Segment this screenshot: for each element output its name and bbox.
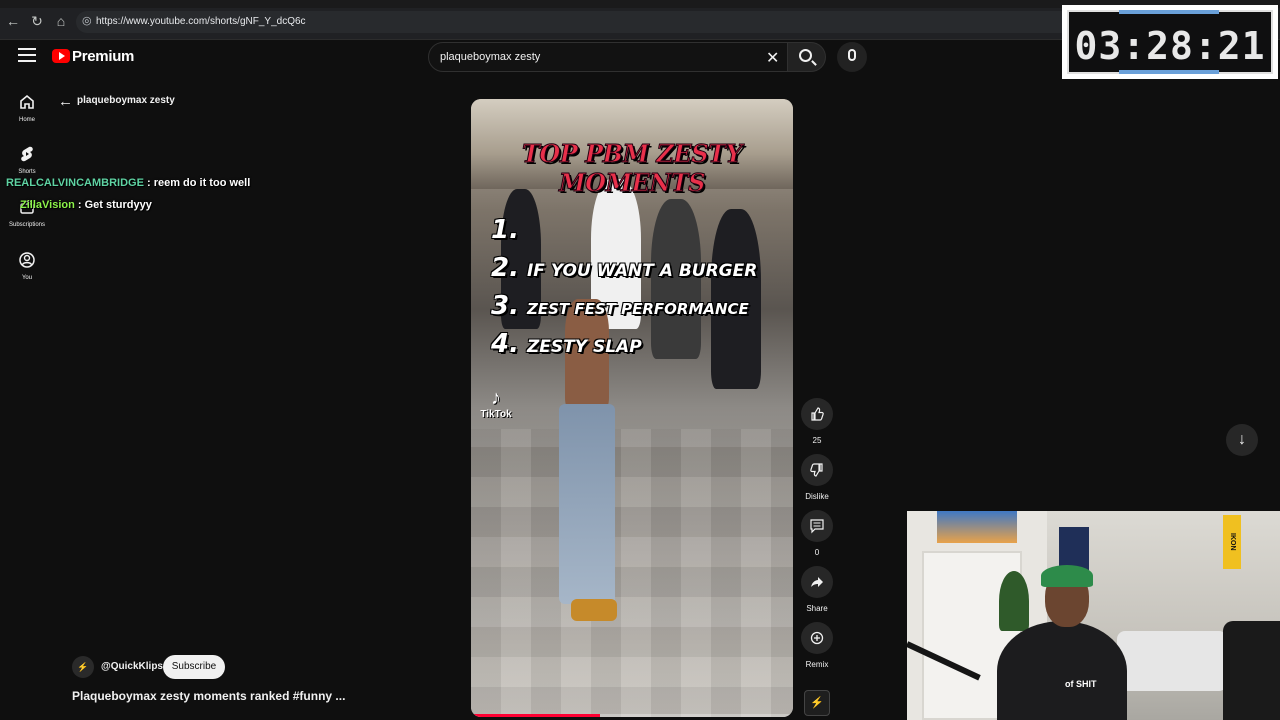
sidebar-item-shorts[interactable]: Shorts [6, 144, 48, 175]
microphone-icon [848, 49, 856, 61]
back-icon[interactable]: ← [4, 12, 22, 30]
sidebar-item-label: You [21, 275, 33, 281]
dislike-button[interactable]: Dislike [801, 454, 833, 501]
comments-button[interactable]: 0 [801, 510, 833, 557]
chat-text: : reem do it too well [146, 177, 251, 189]
channel-handle[interactable]: @QuickKlips. [101, 661, 166, 672]
video-list-item: 3. ZEST FEST PERFORMANCE [491, 291, 749, 321]
short-video-player[interactable]: TOP PBM ZESTY MOMENTS 1. 2. IF YOU WANT A… [471, 99, 793, 717]
thumbs-up-icon [801, 398, 833, 430]
arrow-down-icon: ↓ [1238, 431, 1246, 448]
video-scene-floor [471, 429, 793, 717]
webcam-chair [1223, 621, 1280, 720]
subscribe-button[interactable]: Subscribe [163, 655, 225, 679]
next-video-button[interactable]: ↓ [1226, 424, 1258, 456]
brand-label[interactable]: Premium [72, 48, 134, 65]
search-button[interactable] [788, 42, 826, 72]
like-count: 25 [812, 436, 822, 445]
home-icon [17, 92, 37, 112]
comment-count: 0 [814, 548, 820, 557]
back-arrow-icon[interactable]: ← [58, 93, 73, 110]
video-list-item: 2. IF YOU WANT A BURGER [491, 253, 758, 283]
video-list-item: 4. ZESTY SLAP [491, 329, 642, 359]
voice-search-button[interactable] [837, 42, 867, 72]
video-progress-fill [471, 714, 600, 717]
streamer [997, 621, 1127, 720]
stream-timer: 03:28:21 [1062, 5, 1278, 79]
dislike-label: Dislike [805, 492, 829, 501]
remix-icon [801, 622, 833, 654]
streamer-webcam: IKON of SHIT [907, 511, 1280, 720]
search-query: plaqueboymax zesty [440, 51, 541, 63]
share-icon [801, 566, 833, 598]
site-info-icon[interactable]: ◎ [82, 14, 96, 28]
sound-thumbnail[interactable]: ⚡ [804, 690, 830, 716]
channel-avatar[interactable]: ⚡ [72, 656, 94, 678]
timer-text: 03:28:21 [1074, 24, 1266, 68]
sidebar-item-label: Home [18, 117, 35, 123]
search-results-title: plaqueboymax zesty [77, 95, 175, 106]
you-icon [17, 250, 37, 270]
thumbs-down-icon [801, 454, 833, 486]
video-list-item: 1. [491, 215, 519, 245]
search-input[interactable]: plaqueboymax zesty ✕ [428, 42, 788, 72]
webcam-poster [937, 511, 1017, 543]
tiktok-icon: ♪ [491, 387, 501, 409]
share-label: Share [806, 604, 828, 613]
video-overlay-title: TOP PBM ZESTY MOMENTS [521, 139, 743, 198]
url-text: https://www.youtube.com/shorts/gNF_Y_dcQ… [96, 16, 306, 27]
home-browser-icon[interactable]: ⌂ [52, 12, 70, 30]
menu-icon[interactable] [18, 48, 36, 64]
chat-message: ZillaVision : Get sturdyyy [20, 199, 152, 211]
chat-username: ZillaVision [20, 199, 75, 211]
search-icon [799, 49, 812, 62]
address-bar[interactable]: ◎ https://www.youtube.com/shorts/gNF_Y_d… [76, 11, 1076, 33]
webcam-sign: IKON [1223, 515, 1241, 569]
chat-text: : Get sturdyyy [77, 199, 152, 211]
webcam-plant [999, 571, 1029, 631]
shirt-print: of SHIT [1065, 679, 1097, 689]
share-button[interactable]: Share [801, 566, 833, 613]
sidebar-item-label: Subscriptions [8, 222, 46, 228]
youtube-logo-icon[interactable] [52, 49, 70, 63]
video-progress-bar[interactable] [471, 714, 793, 717]
sidebar-item-label: Shorts [18, 169, 36, 175]
comment-icon [801, 510, 833, 542]
like-button[interactable]: 25 [801, 398, 833, 445]
webcam-couch [1117, 631, 1227, 691]
tiktok-watermark: ♪ TikTok [480, 387, 512, 420]
chat-message: REALCALVINCAMBRIDGE : reem do it too wel… [6, 177, 250, 189]
shorts-icon [17, 144, 37, 164]
sidebar-item-you[interactable]: You [6, 250, 48, 281]
video-title[interactable]: Plaqueboymax zesty moments ranked #funny… [72, 689, 345, 703]
remix-button[interactable]: Remix [801, 622, 833, 669]
reload-icon[interactable]: ↻ [28, 12, 46, 30]
remix-label: Remix [805, 660, 829, 669]
chat-username: REALCALVINCAMBRIDGE [6, 177, 144, 189]
clear-search-icon[interactable]: ✕ [766, 48, 779, 68]
sidebar-item-home[interactable]: Home [6, 92, 48, 123]
streamer-hat [1041, 565, 1093, 587]
